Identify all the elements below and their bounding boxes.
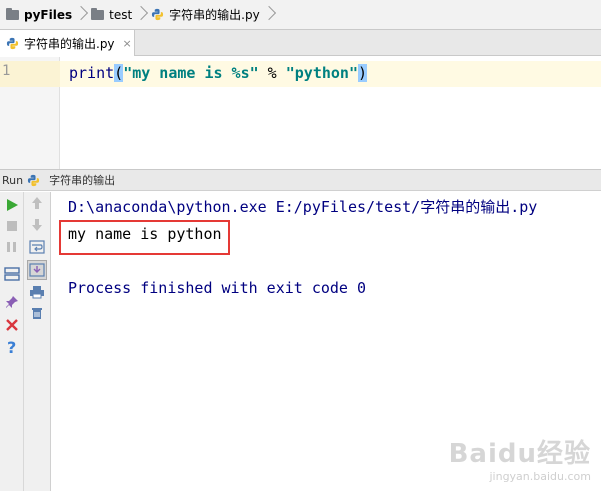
run-label: Run [2, 173, 24, 187]
pin-icon [6, 296, 18, 308]
close-run-button[interactable] [3, 316, 21, 334]
chevron-right-icon [76, 0, 86, 30]
play-icon [7, 199, 18, 211]
print-button[interactable] [28, 283, 46, 301]
layout-icon [4, 267, 20, 281]
help-icon: ? [7, 339, 16, 355]
code-line[interactable]: print("my name is %s" % "python") [69, 63, 368, 83]
breadcrumb-label: pyFiles [24, 7, 73, 22]
code-close-paren: ) [358, 64, 368, 82]
scroll-up-button[interactable] [28, 194, 46, 212]
watermark-logo: Baidu经验 [448, 439, 591, 469]
python-file-icon [6, 37, 19, 49]
printer-icon [30, 286, 44, 299]
code-string-literal: "my name is %s" [123, 64, 259, 82]
pin-tab-button[interactable] [3, 293, 21, 311]
soft-wrap-button[interactable] [28, 238, 46, 256]
console-exit-line: Process finished with exit code 0 [68, 279, 367, 297]
scroll-down-button[interactable] [28, 216, 46, 234]
rerun-button[interactable] [3, 196, 21, 214]
run-config-name[interactable]: 字符串的输出 [49, 172, 115, 188]
editor-gutter: 1 [0, 57, 60, 169]
code-editor[interactable]: 1 print("my name is %s" % "python") [0, 57, 601, 169]
watermark: Baidu经验 jingyan.baidu.com [449, 433, 591, 483]
breadcrumb-label: test [109, 7, 133, 22]
wrap-icon [29, 240, 45, 254]
code-string-literal: "python" [285, 64, 358, 82]
run-primary-toolbar: ? [0, 192, 24, 491]
breadcrumb-item-test[interactable]: test [91, 0, 132, 30]
run-tool-window-header: Run 字符串的输出 [0, 169, 601, 191]
dump-threads-button[interactable] [3, 265, 21, 283]
chevron-right-icon [264, 0, 274, 30]
breadcrumb-label: 字符串的输出.py [169, 8, 260, 22]
code-operator: % [258, 64, 286, 82]
pause-button[interactable] [3, 238, 21, 256]
editor-tab-bar: 字符串的输出.py × [0, 30, 601, 56]
chevron-right-icon [136, 0, 146, 30]
run-secondary-toolbar [24, 192, 51, 491]
folder-icon [91, 7, 105, 20]
trash-icon [32, 308, 42, 319]
navigation-breadcrumb: pyFiles test 字符串的输出.py [0, 0, 601, 30]
breadcrumb-item-pyfiles[interactable]: pyFiles [6, 0, 72, 30]
help-button[interactable]: ? [3, 338, 21, 356]
python-file-icon [152, 8, 164, 21]
tab-label: 字符串的输出.py [24, 36, 115, 51]
code-function-name: print [69, 64, 115, 82]
arrow-down-icon [32, 219, 42, 231]
scroll-end-icon [29, 263, 45, 277]
clear-all-button[interactable] [28, 304, 46, 322]
stop-icon [7, 221, 17, 231]
breadcrumb-item-file[interactable]: 字符串的输出.py [151, 0, 260, 30]
arrow-up-icon [32, 197, 42, 209]
folder-icon [6, 7, 19, 20]
svg-text:?: ? [7, 339, 16, 355]
highlight-annotation-box [59, 220, 230, 255]
stop-button[interactable] [3, 217, 21, 235]
code-open-paren: ( [114, 64, 124, 82]
pause-icon [7, 242, 16, 252]
watermark-url: jingyan.baidu.com [489, 470, 591, 483]
scroll-to-end-button[interactable] [27, 260, 47, 280]
python-run-config-icon [28, 174, 40, 186]
close-icon[interactable]: × [123, 37, 132, 50]
console-command-line: D:\anaconda\python.exe E:/pyFiles/test/字… [68, 198, 538, 216]
line-number: 1 [2, 63, 11, 79]
close-icon [6, 319, 18, 331]
editor-tab[interactable]: 字符串的输出.py × [0, 30, 135, 56]
